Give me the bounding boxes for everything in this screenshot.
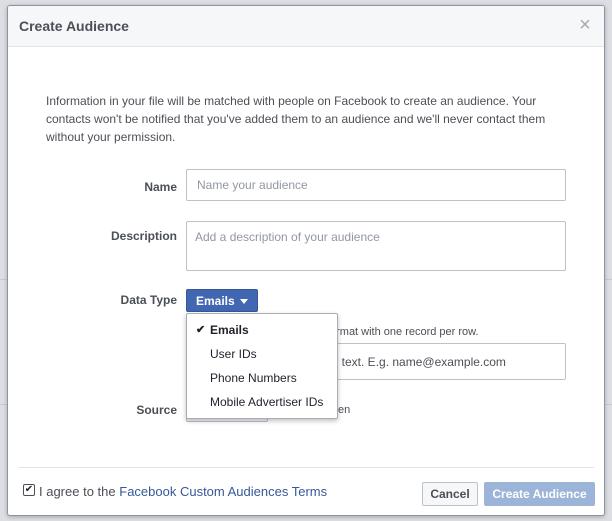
cancel-button[interactable]: Cancel [422,482,478,506]
dialog-title: Create Audience [19,18,129,34]
format-hint: ormat with one record per row. [330,326,479,338]
source-suffix-text: en [338,404,351,416]
menu-item-label: Mobile Advertiser IDs [210,395,324,409]
name-input[interactable] [186,169,566,201]
agree-checkbox[interactable]: ✔ [23,484,35,496]
data-type-selected-value: Emails [196,293,235,308]
terms-link[interactable]: Facebook Custom Audiences Terms [119,484,327,499]
data-type-label: Data Type [120,293,177,307]
menu-item-label: Emails [210,323,249,337]
agree-text: I agree to the Facebook Custom Audiences… [39,484,327,499]
menu-item-phone-numbers[interactable]: Phone Numbers [187,366,337,390]
menu-item-mobile-advertiser-ids[interactable]: Mobile Advertiser IDs [187,390,337,414]
footer-divider [18,467,594,468]
dialog-header: Create Audience × [8,6,604,47]
caret-down-icon [239,298,248,304]
source-label: Source [136,403,177,417]
menu-item-emails[interactable]: ✔ Emails [187,318,337,342]
close-icon[interactable]: × [576,15,594,35]
description-input[interactable] [186,221,566,271]
data-type-menu: ✔ Emails User IDs Phone Numbers Mobile A… [186,313,338,419]
menu-item-label: User IDs [210,347,257,361]
file-example-text: in text. E.g. name@example.com [329,355,506,369]
description-label: Description [110,229,177,243]
menu-item-label: Phone Numbers [210,371,297,385]
menu-item-user-ids[interactable]: User IDs [187,342,337,366]
name-label: Name [144,180,177,194]
data-type-dropdown[interactable]: Emails [186,289,258,312]
create-audience-dialog: Create Audience × Information in your fi… [7,5,605,516]
checkmark-icon: ✔ [196,324,206,336]
create-audience-button[interactable]: Create Audience [484,482,595,506]
intro-text: Information in your file will be matched… [46,94,546,144]
agree-prefix: I agree to the [39,484,116,499]
